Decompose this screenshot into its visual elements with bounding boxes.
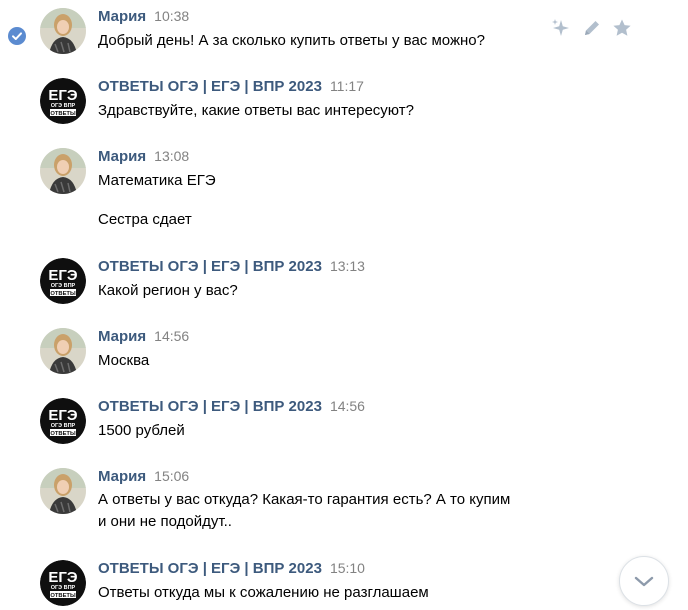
logo-text-bottom: ОТВЕТЫ <box>50 593 76 599</box>
message-actions <box>550 17 640 39</box>
message-time[interactable]: 13:13 <box>330 258 365 274</box>
user-photo-avatar[interactable] <box>40 8 86 54</box>
logo-text-bottom: ОТВЕТЫ <box>50 111 76 117</box>
message[interactable]: ЕГЭ ОГЭ ВПР ОТВЕТЫ ОТВЕТЫ ОГЭ | ЕГЭ | ВП… <box>0 398 688 448</box>
message-header: Мария 10:38 <box>98 8 189 28</box>
check-icon[interactable] <box>8 27 26 45</box>
message-time[interactable]: 14:56 <box>330 398 365 414</box>
chevron-down-icon <box>634 576 654 587</box>
message-header: ОТВЕТЫ ОГЭ | ЕГЭ | ВПР 2023 14:56 <box>98 398 365 418</box>
message-header: ОТВЕТЫ ОГЭ | ЕГЭ | ВПР 2023 11:17 <box>98 78 364 98</box>
message-text: 1500 рублей <box>98 422 185 439</box>
message[interactable]: ЕГЭ ОГЭ ВПР ОТВЕТЫ ОТВЕТЫ ОГЭ | ЕГЭ | ВП… <box>0 258 688 308</box>
author-name[interactable]: ОТВЕТЫ ОГЭ | ЕГЭ | ВПР 2023 <box>98 560 322 577</box>
logo-text-big: ЕГЭ <box>48 407 78 424</box>
message-text: Ответы откуда мы к сожалению не разглаша… <box>98 584 429 601</box>
message-header: Мария 15:06 <box>98 468 189 488</box>
author-name[interactable]: Мария <box>98 148 146 165</box>
message-text: А ответы у вас откуда? Какая-то гарантия… <box>98 491 511 508</box>
message-header: ОТВЕТЫ ОГЭ | ЕГЭ | ВПР 2023 13:13 <box>98 258 365 278</box>
message-header: Мария 13:08 <box>98 148 189 168</box>
logo-text-small: ОГЭ ВПР <box>51 423 76 429</box>
message-text: Математика ЕГЭ <box>98 172 216 189</box>
message-time[interactable]: 15:10 <box>330 560 365 576</box>
message-text: Здравствуйте, какие ответы вас интересую… <box>98 102 414 119</box>
message[interactable]: ЕГЭ ОГЭ ВПР ОТВЕТЫ ОТВЕТЫ ОГЭ | ЕГЭ | ВП… <box>0 78 688 128</box>
user-photo-avatar[interactable] <box>40 148 86 194</box>
author-name[interactable]: ОТВЕТЫ ОГЭ | ЕГЭ | ВПР 2023 <box>98 398 322 415</box>
message-text: Москва <box>98 352 150 369</box>
message-text: Какой регион у вас? <box>98 282 238 299</box>
pencil-icon[interactable] <box>581 17 603 39</box>
sparkle-icon[interactable] <box>550 17 572 39</box>
message-time[interactable]: 14:56 <box>154 328 189 344</box>
message[interactable]: Мария 13:08 Математика ЕГЭ Сестра сдает <box>0 148 688 232</box>
group-logo-avatar[interactable]: ЕГЭ ОГЭ ВПР ОТВЕТЫ <box>40 258 86 304</box>
logo-text-small: ОГЭ ВПР <box>51 103 76 109</box>
scroll-down-button[interactable] <box>619 556 669 606</box>
logo-text-bottom: ОТВЕТЫ <box>50 291 76 297</box>
message-header: Мария 14:56 <box>98 328 189 348</box>
message-time[interactable]: 11:17 <box>330 78 364 94</box>
group-logo-avatar[interactable]: ЕГЭ ОГЭ ВПР ОТВЕТЫ <box>40 398 86 444</box>
logo-text-big: ЕГЭ <box>48 267 78 284</box>
logo-text-small: ОГЭ ВПР <box>51 585 76 591</box>
message-time[interactable]: 10:38 <box>154 8 189 24</box>
message-text: Добрый день! А за сколько купить ответы … <box>98 32 485 49</box>
logo-text-bottom: ОТВЕТЫ <box>50 431 76 437</box>
message-text: и они не подойдут.. <box>98 513 232 530</box>
message-time[interactable]: 15:06 <box>154 468 189 484</box>
author-name[interactable]: Мария <box>98 468 146 485</box>
message[interactable]: ЕГЭ ОГЭ ВПР ОТВЕТЫ ОТВЕТЫ ОГЭ | ЕГЭ | ВП… <box>0 560 688 606</box>
star-icon[interactable] <box>611 17 633 39</box>
user-photo-avatar[interactable] <box>40 468 86 514</box>
author-name[interactable]: ОТВЕТЫ ОГЭ | ЕГЭ | ВПР 2023 <box>98 78 322 95</box>
author-name[interactable]: Мария <box>98 8 146 25</box>
group-logo-avatar[interactable]: ЕГЭ ОГЭ ВПР ОТВЕТЫ <box>40 560 86 606</box>
message[interactable]: Мария 15:06 А ответы у вас откуда? Какая-… <box>0 468 688 534</box>
logo-text-big: ЕГЭ <box>48 87 78 104</box>
user-photo-avatar[interactable] <box>40 328 86 374</box>
logo-text-big: ЕГЭ <box>48 569 78 586</box>
group-logo-avatar[interactable]: ЕГЭ ОГЭ ВПР ОТВЕТЫ <box>40 78 86 124</box>
author-name[interactable]: Мария <box>98 328 146 345</box>
message-time[interactable]: 13:08 <box>154 148 189 164</box>
message-text: Сестра сдает <box>98 211 192 228</box>
chat-history: Мария 10:38 Добрый день! А за сколько куп… <box>0 0 688 606</box>
logo-text-small: ОГЭ ВПР <box>51 283 76 289</box>
message[interactable]: Мария 14:56 Москва <box>0 328 688 378</box>
message-header: ОТВЕТЫ ОГЭ | ЕГЭ | ВПР 2023 15:10 <box>98 560 365 580</box>
author-name[interactable]: ОТВЕТЫ ОГЭ | ЕГЭ | ВПР 2023 <box>98 258 322 275</box>
message[interactable]: Мария 10:38 Добрый день! А за сколько куп… <box>0 8 688 58</box>
